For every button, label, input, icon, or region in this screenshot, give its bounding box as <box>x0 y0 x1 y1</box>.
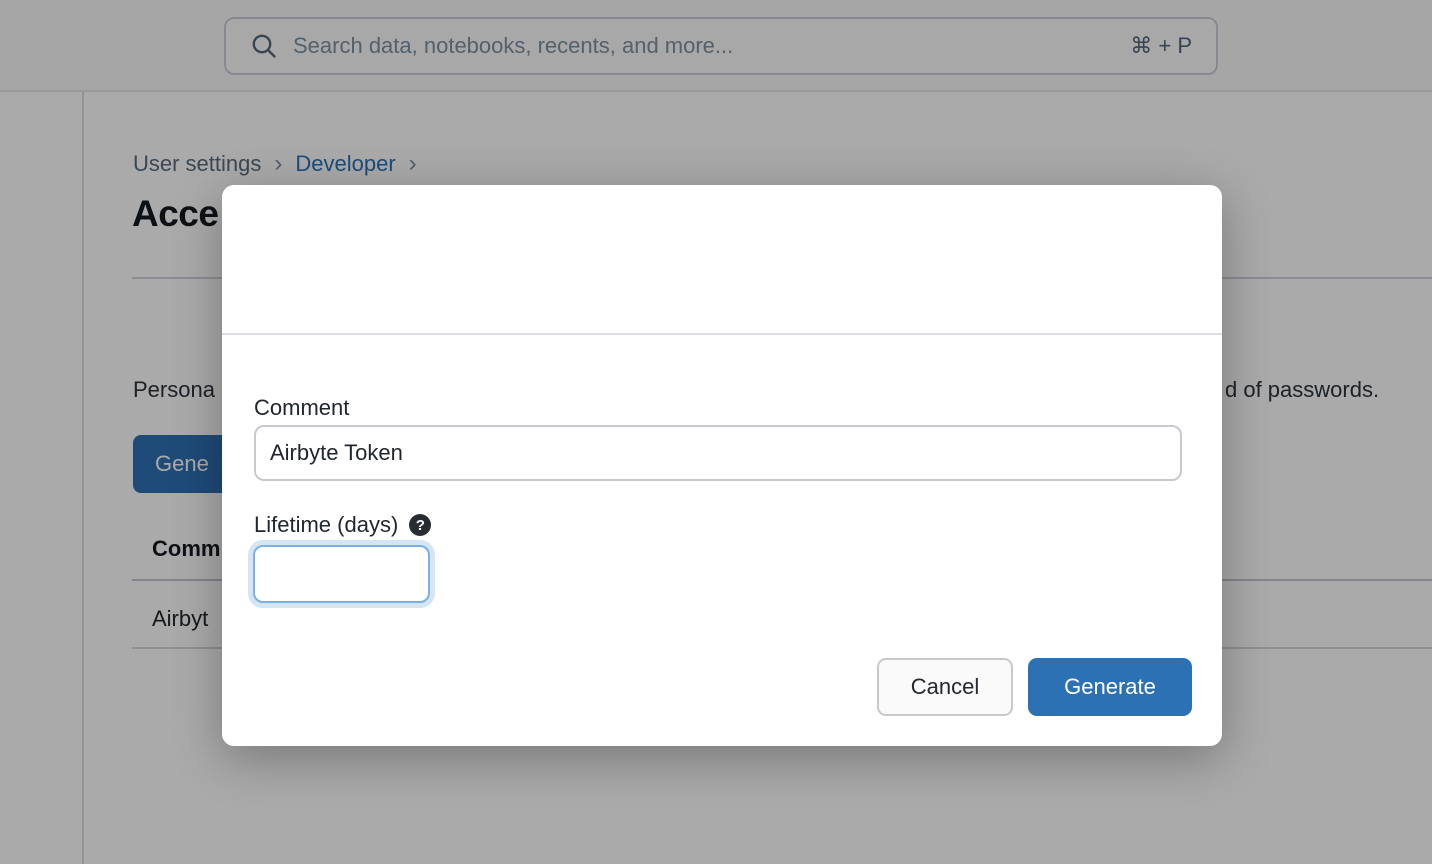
cancel-button[interactable]: Cancel <box>877 658 1013 716</box>
lifetime-label-row: Lifetime (days) ? <box>254 512 431 538</box>
comment-input[interactable] <box>254 425 1182 481</box>
modal-header-divider <box>222 333 1222 335</box>
lifetime-days-input[interactable] <box>253 545 430 603</box>
comment-label: Comment <box>254 395 349 421</box>
question-circle-icon[interactable]: ? <box>409 514 431 536</box>
lifetime-label: Lifetime (days) <box>254 512 398 538</box>
screen: Search data, notebooks, recents, and mor… <box>0 0 1432 864</box>
generate-button[interactable]: Generate <box>1028 658 1192 716</box>
